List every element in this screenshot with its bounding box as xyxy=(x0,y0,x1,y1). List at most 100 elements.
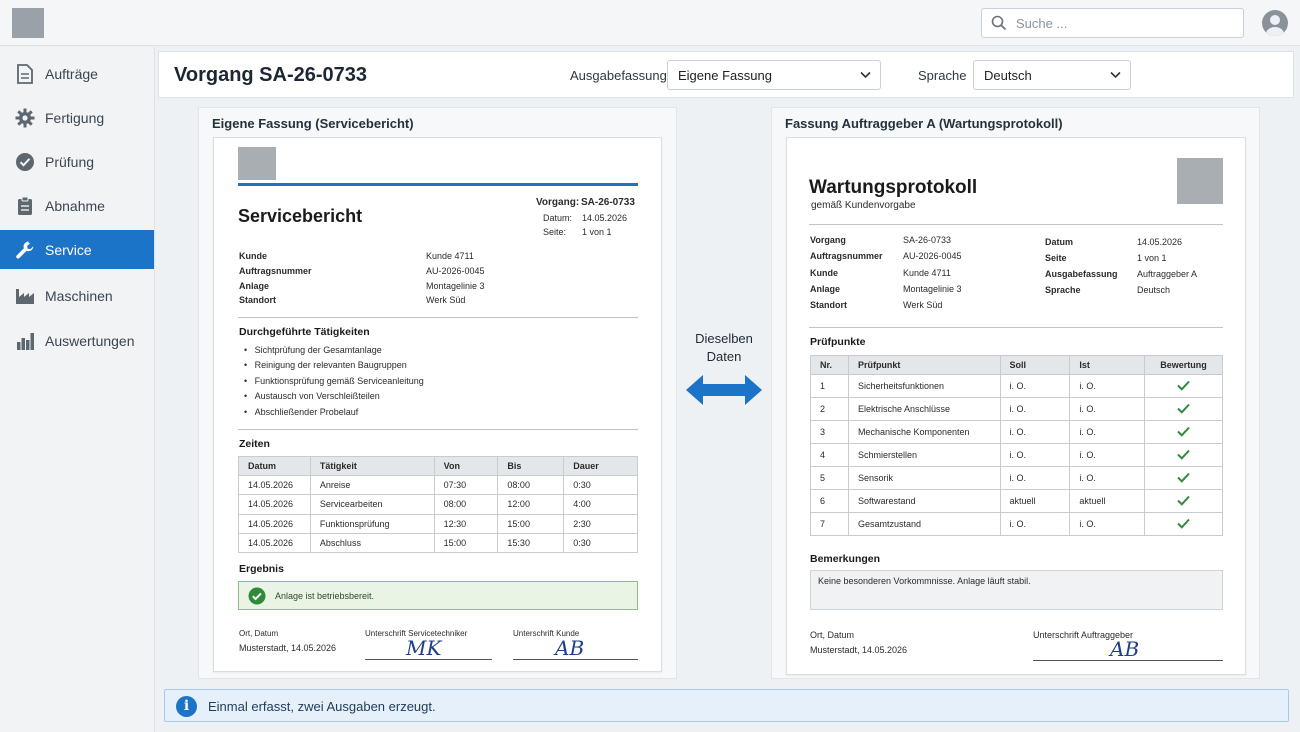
document-icon xyxy=(15,63,35,84)
result-box: Anlage ist betriebsbereit. xyxy=(238,581,638,610)
company-logo-placeholder xyxy=(238,147,276,180)
activities-heading: Durchgeführte Tätigkeiten xyxy=(239,326,370,338)
signature-line xyxy=(513,659,638,660)
field-label: Auftragsnummer xyxy=(239,266,312,276)
table-cell: Funktionsprüfung xyxy=(309,513,435,534)
sidebar-item-label: Fertigung xyxy=(45,109,105,126)
table-cell: i. O. xyxy=(999,443,1071,467)
sidebar-item-service[interactable]: Service xyxy=(0,230,154,269)
field-value: Montagelinie 3 xyxy=(426,281,485,291)
activity-text: Sichtprüfung der Gesamtanlage xyxy=(254,345,382,355)
rating-cell xyxy=(1144,443,1223,467)
sidebar-item-pruefung[interactable]: Prüfung xyxy=(0,142,154,181)
table-cell: i. O. xyxy=(1069,443,1146,467)
divider xyxy=(238,317,638,318)
app-logo[interactable] xyxy=(12,8,44,38)
edition-select[interactable]: Eigene Fassung xyxy=(667,60,881,90)
activity-text: Reinigung der relevanten Baugruppen xyxy=(254,360,407,370)
own-edition-panel: Eigene Fassung (Servicebericht) Serviceb… xyxy=(198,107,677,679)
table-row: 14.05.2026 Servicearbeiten 08:00 12:00 4… xyxy=(238,494,638,515)
column-header: Ist xyxy=(1069,355,1146,375)
table-cell: Schmierstellen xyxy=(847,443,1001,467)
activity-item: • Sichtprüfung der Gesamtanlage xyxy=(244,345,382,355)
double-arrow-icon xyxy=(686,375,762,405)
table-cell: Abschluss xyxy=(309,532,435,554)
table-row: 6 Softwarestand aktuell aktuell xyxy=(810,489,1223,513)
sidebar-item-auswertungen[interactable]: Auswertungen xyxy=(0,321,154,360)
field-value: 14.05.2026 xyxy=(1137,237,1183,247)
times-table: Datum Tätigkeit Von Bis Dauer 14.05.2026… xyxy=(238,456,638,554)
field-label: Anlage xyxy=(239,281,270,291)
document-title: Wartungsprotokoll xyxy=(809,177,978,198)
activity-text: Austausch von Verschleißteilen xyxy=(254,391,380,401)
table-cell: i. O. xyxy=(1069,397,1146,421)
customer-signature: AB xyxy=(555,636,585,660)
table-cell: i. O. xyxy=(1069,420,1146,444)
chevron-down-icon xyxy=(860,71,871,79)
seite-label: Seite: xyxy=(543,227,567,237)
activity-item: • Reinigung der relevanten Baugruppen xyxy=(244,360,407,370)
table-cell: i. O. xyxy=(999,420,1071,444)
chevron-down-icon xyxy=(1110,71,1121,79)
place-date-label: Ort, Datum xyxy=(810,630,855,640)
table-cell: 4:00 xyxy=(563,494,638,515)
factory-icon xyxy=(15,286,35,306)
field-label: Datum xyxy=(1045,237,1074,247)
page-header: Vorgang SA-26-0733 Ausgabefassung Eigene… xyxy=(158,51,1294,98)
table-row: 14.05.2026 Anreise 07:30 08:00 0:30 xyxy=(238,474,638,496)
field-value: Kunde 4711 xyxy=(903,268,951,278)
field-value: AU-2026-0045 xyxy=(903,251,962,261)
checkmark-icon xyxy=(1177,495,1190,506)
sidebar-item-label: Abnahme xyxy=(45,197,105,214)
table-row: 5 Sensorik i. O. i. O. xyxy=(810,466,1223,490)
table-cell: i. O. xyxy=(999,397,1071,421)
table-cell: 15:00 xyxy=(497,513,565,534)
table-cell: Anreise xyxy=(309,474,435,496)
table-cell: aktuell xyxy=(1069,489,1146,513)
user-avatar-icon[interactable] xyxy=(1262,10,1288,36)
table-cell: 0:30 xyxy=(563,474,638,496)
table-row: 2 Elektrische Anschlüsse i. O. i. O. xyxy=(810,397,1223,421)
sidebar-item-label: Prüfung xyxy=(45,153,95,170)
sidebar-item-auftraege[interactable]: Aufträge xyxy=(0,54,154,93)
field-value: Auftraggeber A xyxy=(1137,269,1198,279)
accent-rule xyxy=(238,183,638,186)
sidebar-item-label: Aufträge xyxy=(45,65,98,82)
activity-text: Funktionsprüfung gemäß Serviceanleitung xyxy=(254,376,424,386)
field-value: AU-2026-0045 xyxy=(426,266,485,276)
table-cell: Softwarestand xyxy=(847,489,1001,513)
maintenance-protocol-document: Wartungsprotokoll gemäß Kundenvorgabe Vo… xyxy=(786,137,1246,675)
language-select[interactable]: Deutsch xyxy=(973,60,1131,90)
times-heading: Zeiten xyxy=(239,438,270,450)
table-header-row: Datum Tätigkeit Von Bis Dauer xyxy=(238,456,638,476)
sidebar-item-maschinen[interactable]: Maschinen xyxy=(0,276,154,315)
table-cell: 15:30 xyxy=(497,532,565,554)
table-cell: Sicherheitsfunktionen xyxy=(847,374,1001,398)
rating-cell xyxy=(1144,374,1223,398)
table-cell: 4 xyxy=(810,443,849,467)
field-value: Montagelinie 3 xyxy=(903,284,962,294)
table-cell: i. O. xyxy=(1069,512,1146,536)
place-date-label: Ort, Datum xyxy=(239,629,279,638)
sidebar-item-fertigung[interactable]: Fertigung xyxy=(0,98,154,137)
sidebar-item-abnahme[interactable]: Abnahme xyxy=(0,186,154,225)
table-cell: 5 xyxy=(810,466,849,490)
table-cell: 14.05.2026 xyxy=(238,513,311,534)
customer-edition-panel-title: Fassung Auftraggeber A (Wartungsprotokol… xyxy=(785,116,1063,131)
field-label: Standort xyxy=(239,295,276,305)
divider xyxy=(238,429,638,430)
activity-item: • Funktionsprüfung gemäß Serviceanleitun… xyxy=(244,376,424,386)
table-cell: Sensorik xyxy=(847,466,1001,490)
search-input[interactable]: Suche ... xyxy=(981,8,1244,38)
table-cell: Elektrische Anschlüsse xyxy=(847,397,1001,421)
sidebar: Aufträge Fertigung Prüfung Abnahme Servi… xyxy=(0,47,155,732)
page-title: Vorgang SA-26-0733 xyxy=(174,64,368,86)
column-header: Prüfpunkt xyxy=(847,355,1001,375)
language-label: Sprache xyxy=(918,68,967,83)
field-value: 1 von 1 xyxy=(1137,253,1167,263)
table-row: 14.05.2026 Abschluss 15:00 15:30 0:30 xyxy=(238,532,638,554)
top-bar: Suche ... xyxy=(0,0,1300,46)
info-icon: i xyxy=(176,696,197,717)
field-value: Kunde 4711 xyxy=(426,251,474,261)
table-cell: 6 xyxy=(810,489,849,513)
